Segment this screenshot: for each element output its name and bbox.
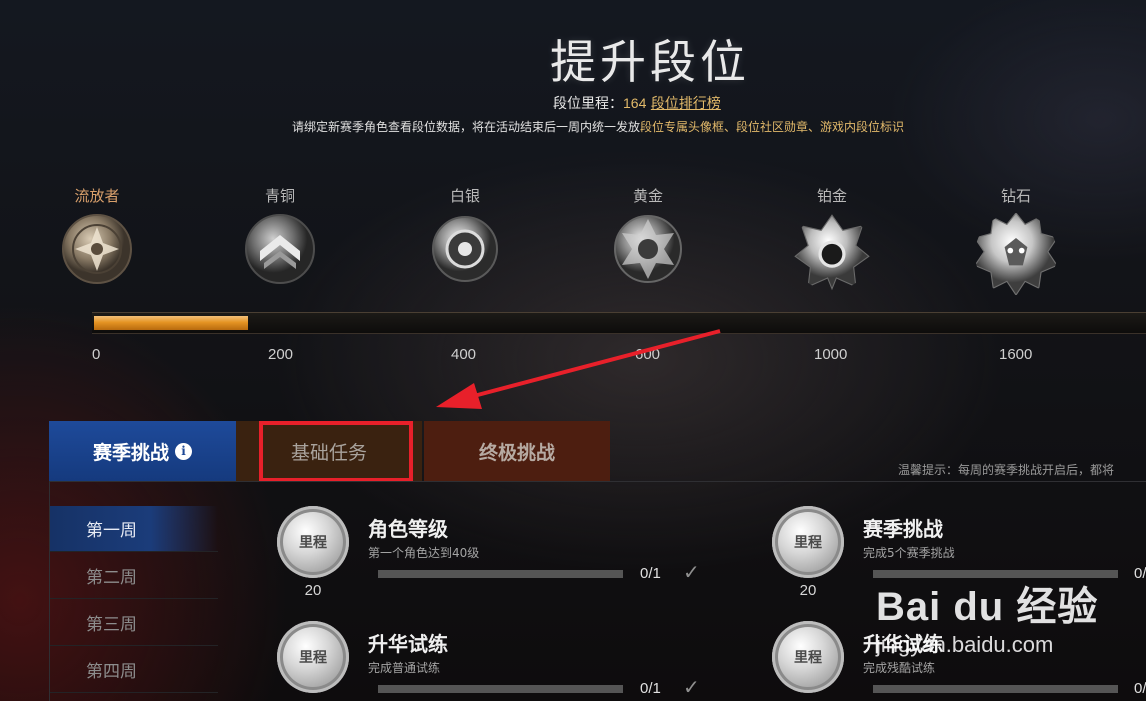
- week-item-3[interactable]: 第三周: [50, 600, 218, 646]
- mileage-progress-fill: [94, 316, 248, 330]
- task-title: 角色等级: [368, 517, 448, 541]
- leaderboard-link[interactable]: 段位排行榜: [651, 96, 721, 112]
- check-icon: ✓: [683, 560, 700, 584]
- task-desc: 第一个角色达到40级: [368, 546, 480, 560]
- baidu-watermark: Bai du 经验 jingyan.baidu.com: [876, 574, 1146, 684]
- week-label: 第三周: [86, 615, 137, 635]
- rank-name: 黄金: [632, 187, 663, 205]
- progress-tick: 1600: [999, 346, 1033, 363]
- task-count: 0/1: [640, 680, 661, 697]
- week-item-2[interactable]: 第二周: [50, 553, 218, 599]
- rank-platinum: 铂金: [772, 185, 892, 291]
- rank-gold: 黄金: [588, 185, 708, 285]
- task-progress-bar: [873, 685, 1118, 693]
- platinum-medal-icon: [794, 214, 870, 291]
- gold-medal-icon: [614, 215, 682, 283]
- mileage-coin-icon: 里程: [772, 621, 844, 693]
- progress-tick: 1000: [814, 346, 848, 363]
- coin-label: 里程: [299, 650, 327, 666]
- rank-name: 白银: [449, 187, 480, 205]
- bronze-medal-icon: [245, 214, 315, 284]
- info-icon[interactable]: i: [175, 442, 192, 460]
- task-count: 0/1: [640, 565, 661, 582]
- tab-label: 基础任务: [290, 441, 367, 464]
- mileage-label: 段位里程：: [553, 96, 623, 112]
- rank-bronze: 青铜: [220, 185, 340, 285]
- rank-name: 铂金: [816, 187, 847, 205]
- rank-name: 流放者: [74, 187, 120, 205]
- notice-text: 请绑定新赛季角色查看段位数据，将在活动结束后一周内统一发放: [292, 120, 641, 134]
- page-title: 提升段位: [550, 35, 750, 89]
- mileage-coin-icon: 里程: [772, 506, 844, 578]
- week-label: 第一周: [86, 521, 137, 541]
- coin-label: 里程: [299, 535, 327, 551]
- week-item-1[interactable]: 第一周: [50, 506, 218, 552]
- watermark-url: jingyan.baidu.com: [876, 632, 1054, 657]
- mileage-coin-icon: 里程: [277, 621, 349, 693]
- mileage-info: 段位里程：164 段位排行榜: [553, 93, 721, 113]
- tab-label: 赛季挑战: [92, 441, 169, 464]
- task-desc: 完成5个赛季挑战: [863, 546, 955, 560]
- notice-rewards: 段位专属头像框、段位社区勋章、游戏内段位标识: [640, 120, 905, 134]
- tab-season-challenge[interactable]: 赛季挑战 i: [49, 421, 236, 481]
- task-reward: 20: [799, 582, 817, 599]
- rank-name: 钻石: [1000, 187, 1031, 205]
- exile-medal-icon: [62, 214, 132, 284]
- week-item-4[interactable]: 第四周: [50, 647, 218, 693]
- diamond-medal-icon: [975, 213, 1057, 295]
- tab-ultimate-challenge[interactable]: 终极挑战: [424, 421, 610, 481]
- progress-tick: 0: [92, 346, 101, 363]
- check-icon: ✓: [683, 675, 700, 699]
- mileage-value: 164: [623, 95, 647, 111]
- watermark-brand: Bai du 经验: [876, 585, 1099, 629]
- task-progress-bar: [378, 570, 623, 578]
- coin-label: 里程: [794, 650, 822, 666]
- mileage-coin-icon: 里程: [277, 506, 349, 578]
- task-title: 赛季挑战: [863, 517, 943, 541]
- annotation-arrow-icon: [436, 329, 721, 409]
- task-title: 升华试练: [368, 632, 448, 656]
- task-desc: 完成普通试练: [368, 661, 441, 675]
- rank-silver: 白银: [405, 185, 525, 285]
- silver-medal-icon: [432, 216, 498, 282]
- tab-basic-tasks[interactable]: 基础任务: [236, 421, 422, 481]
- hint-text: 温馨提示：每周的赛季挑战开启后，都将: [898, 463, 1115, 477]
- task-progress-bar: [378, 685, 623, 693]
- coin-label: 里程: [794, 535, 822, 551]
- tab-label: 终极挑战: [478, 441, 555, 464]
- week-label: 第二周: [86, 568, 137, 588]
- rank-exile: 流放者: [37, 185, 157, 285]
- bind-notice: 请绑定新赛季角色查看段位数据，将在活动结束后一周内统一发放段位专属头像框、段位社…: [292, 118, 904, 135]
- week-label: 第四周: [86, 662, 137, 682]
- rank-name: 青铜: [264, 187, 295, 205]
- rank-diamond: 钻石: [956, 185, 1076, 295]
- task-reward: 20: [304, 582, 322, 599]
- progress-tick: 200: [268, 346, 294, 363]
